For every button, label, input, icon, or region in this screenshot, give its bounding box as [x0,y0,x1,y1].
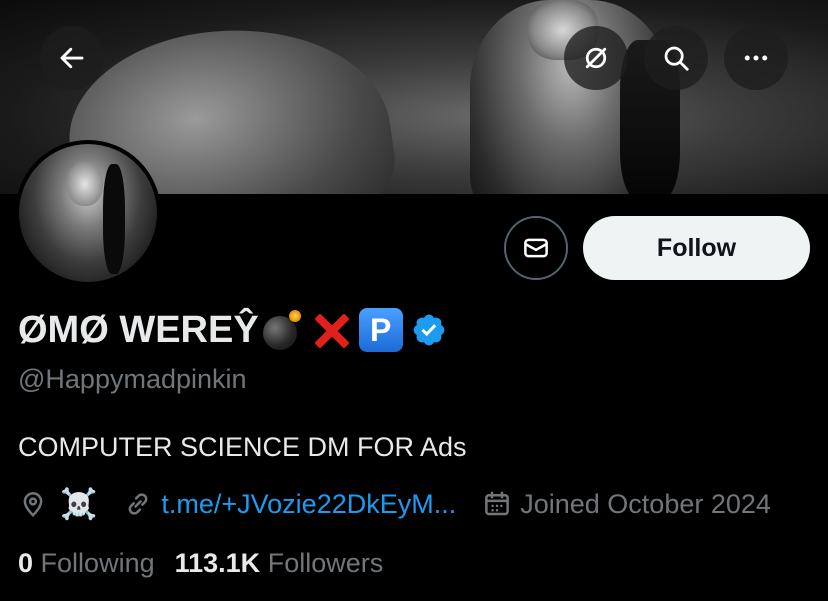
search-button[interactable] [644,26,708,90]
search-icon [664,46,689,71]
envelope-icon [524,238,548,258]
profile-joined-date: Joined October 2024 [520,488,771,519]
display-name: ØMØ WEREŶ [18,308,259,351]
follow-stats-row: 0 Following 113.1K Followers [18,545,383,581]
profile-meta-row: ☠️ t.me/+JVozie22DkEyM... Joined October… [18,484,771,524]
calendar-icon [485,491,510,516]
followers-stat[interactable]: 113.1K Followers [175,548,384,579]
cross-mark-emoji-icon [309,308,353,352]
ellipsis-icon [744,55,768,61]
verified-badge-icon[interactable] [411,312,447,348]
following-label: Following [40,547,155,578]
location-pin-icon [23,492,43,517]
profile-location: ☠️ [60,487,98,521]
profile-bio: COMPUTER SCIENCE DM FOR Ads [18,432,467,462]
arrow-left-icon [60,47,84,69]
display-name-row: ØMØ WEREŶ P [18,306,447,354]
profile-handle: @Happymadpinkin [18,364,247,394]
following-count: 0 [18,547,34,578]
slashed-circle-icon [585,47,607,69]
followers-label: Followers [267,547,384,578]
more-button[interactable] [724,26,788,90]
back-button[interactable] [40,26,104,90]
grok-button[interactable] [564,26,628,90]
bomb-emoji-icon [261,308,305,352]
avatar-image [19,144,157,282]
profile-avatar[interactable] [15,140,161,286]
followers-count: 113.1K [174,547,261,578]
follow-button[interactable]: Follow [583,216,810,280]
profile-website-link[interactable]: t.me/+JVozie22DkEyM... [161,489,456,520]
message-button[interactable] [504,216,568,280]
link-icon [128,493,148,515]
p-button-emoji-icon: P [358,308,403,352]
following-stat[interactable]: 0 Following [18,548,155,579]
